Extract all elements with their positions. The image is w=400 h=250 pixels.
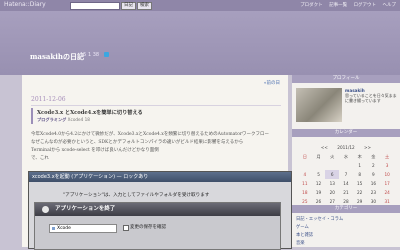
calendar-day[interactable]: 13: [325, 179, 339, 188]
calendar-day[interactable]: 15: [353, 179, 367, 188]
dialog-title: xcode3.xを起動 (アプリケーション) — ロックあり: [32, 174, 149, 180]
calendar-day: [312, 161, 326, 170]
calendar-month-row: << 2011/12 >>: [298, 145, 394, 150]
top-link-logout[interactable]: ログアウト: [354, 3, 377, 8]
category-link[interactable]: ゲーム: [296, 224, 309, 230]
entry-body: 今年Xcode4.0から4.2にかけて微妙だが、Xcode3.xとXcode4.…: [31, 131, 281, 163]
calendar-header: カレンダー: [292, 129, 400, 137]
calendar-weekday: 金: [371, 153, 376, 159]
calendar-weekday: 水: [343, 153, 349, 159]
calendar-day[interactable]: 23: [367, 188, 381, 197]
entry-category: プログラミング Xcode4 18: [37, 117, 90, 123]
calendar-day: [298, 161, 312, 170]
blog-meta-text: 15 1 38: [80, 52, 100, 58]
top-links: プロダクト 記事一覧 ログアウト ヘルプ: [295, 2, 396, 8]
category-link[interactable]: 本と雑誌: [296, 232, 313, 238]
divider: [31, 105, 281, 106]
twitter-icon[interactable]: [103, 52, 109, 57]
calendar-day[interactable]: 11: [298, 179, 312, 188]
calendar-day[interactable]: 21: [339, 188, 353, 197]
app-select-value: Xcode: [57, 226, 71, 231]
category-link[interactable]: 日記・エッセイ・コラム: [296, 216, 343, 222]
calendar-day[interactable]: 22: [353, 188, 367, 197]
calendar-weekday: 火: [330, 153, 335, 159]
category-header: カテゴリー: [292, 205, 400, 213]
body-line: なぜこんなのが必要かというと、SDKとかデフォルトコンパイラの違いがビルド結果に…: [31, 140, 244, 145]
calendar-day[interactable]: 4: [298, 170, 312, 179]
blog-title[interactable]: masakihの日記: [30, 52, 84, 62]
calendar-day[interactable]: 14: [339, 179, 353, 188]
calendar-day[interactable]: 20: [325, 188, 339, 197]
site-logo[interactable]: Hatena::Diary: [4, 1, 46, 8]
calendar-weekday: 月: [316, 153, 321, 159]
calendar-prev[interactable]: <<: [321, 145, 328, 150]
calendar-day[interactable]: 12: [312, 179, 326, 188]
action-title: アプリケーションを終了: [55, 206, 116, 212]
title-accent: [31, 108, 33, 124]
action-panel: アプリケーションを終了 Xcode 変更の保存を確認: [34, 202, 281, 250]
calendar-day[interactable]: 8: [353, 170, 367, 179]
calendar-day[interactable]: 6: [325, 170, 340, 179]
top-link-articles[interactable]: 記事一覧: [329, 3, 347, 8]
entry-title[interactable]: Xcode3.x とXcode4.xを簡単に切り替える: [37, 109, 143, 116]
blog-meta: 15 1 38: [80, 52, 109, 58]
blog-header: masakihの日記 15 1 38: [0, 11, 400, 75]
top-bar: Hatena::Diary 日記 検索 プロダクト 記事一覧 ログアウト ヘルプ: [0, 0, 400, 11]
calendar-day[interactable]: 16: [367, 179, 381, 188]
body-line: 今年Xcode4.0から4.2にかけて微妙だが、Xcode3.xとXcode4.…: [31, 132, 269, 137]
app-icon: [52, 227, 55, 230]
save-confirm-label: 変更の保存を確認: [130, 225, 166, 230]
calendar-weekday: 日: [302, 153, 307, 159]
calendar-day[interactable]: 5: [312, 170, 326, 179]
calendar-day: [339, 161, 353, 170]
profile-description: 思っていることを日々気ままに書き綴っています: [345, 93, 397, 103]
calendar-day[interactable]: 24: [380, 188, 394, 197]
dialog-titlebar: xcode3.xを起動 (アプリケーション) — ロックあり: [29, 172, 291, 182]
top-link-help[interactable]: ヘルプ: [383, 3, 397, 8]
calendar-day[interactable]: 3: [380, 161, 394, 170]
calendar-day: [325, 161, 339, 170]
calendar-grid: 日月火水木金土 1 2 3 4 5 6 7 8 9 10 11 12 13 14 15 16 17 18 19 20 21…: [298, 152, 394, 206]
calendar-day[interactable]: 17: [380, 179, 394, 188]
action-icon: [42, 206, 49, 213]
calendar-day[interactable]: 1: [353, 161, 367, 170]
sidebar: プロフィール masakih 思っていることを日々気ままに書き綴っています カレ…: [292, 75, 400, 247]
calendar-day[interactable]: 7: [339, 170, 353, 179]
app-select[interactable]: Xcode: [49, 224, 117, 233]
category-rest: Xcode4 18: [66, 117, 90, 122]
action-titlebar: アプリケーションを終了: [35, 203, 280, 216]
calendar-month: 2011/12: [337, 145, 355, 150]
body-line: Terminalから xcode-select を叩けば良いんだけどかなり面倒: [31, 148, 159, 153]
top-link-product[interactable]: プロダクト: [300, 3, 323, 8]
search-diary-button[interactable]: 日記: [121, 2, 136, 10]
automator-screenshot: xcode3.xを起動 (アプリケーション) — ロックあり "アプリケーション…: [28, 171, 292, 250]
search-input[interactable]: [70, 2, 120, 10]
calendar-weekday: 土: [385, 153, 390, 159]
calendar-day[interactable]: 18: [298, 188, 312, 197]
calendar-day[interactable]: 2: [367, 161, 381, 170]
search-button[interactable]: 検索: [137, 2, 152, 10]
category-link[interactable]: 音楽: [296, 240, 305, 246]
calendar-day[interactable]: 10: [380, 170, 394, 179]
avatar[interactable]: [296, 88, 342, 122]
profile-header: プロフィール: [292, 75, 400, 83]
calendar-day[interactable]: 19: [312, 188, 326, 197]
calendar-next[interactable]: >>: [364, 145, 371, 150]
body-line: で、これ: [31, 156, 49, 161]
category-link[interactable]: プログラミング: [37, 117, 66, 122]
calendar: << 2011/12 >> 日月火水木金土 1 2 3 4 5 6 7 8 9 10 11 12 13 14…: [298, 145, 394, 206]
entry-date[interactable]: 2011-12-06: [31, 96, 66, 103]
save-confirm-checkbox[interactable]: [123, 225, 129, 231]
calendar-day[interactable]: 9: [367, 170, 381, 179]
prev-day-link[interactable]: «前の日: [264, 80, 280, 86]
calendar-weekday: 木: [357, 153, 362, 159]
dialog-message: "アプリケーション"は、入力としてファイルやフォルダを受け取ります: [63, 193, 210, 198]
